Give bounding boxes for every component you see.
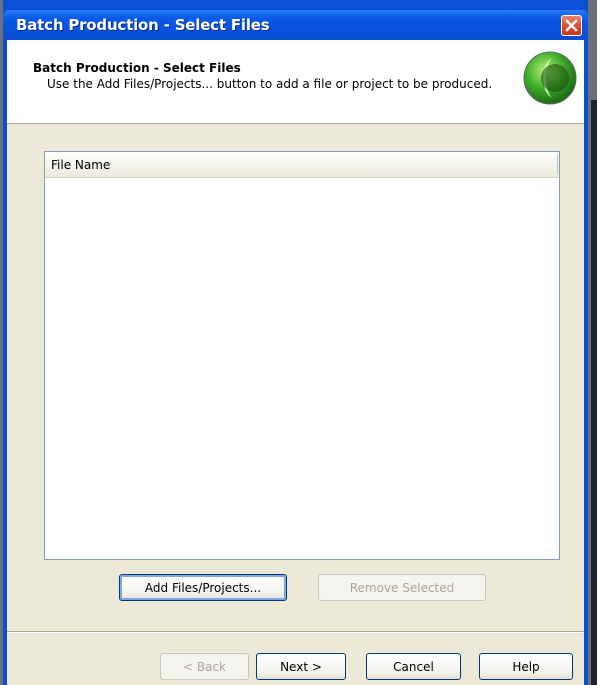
remove-selected-button[interactable]: Remove Selected <box>318 574 486 601</box>
cancel-button[interactable]: Cancel <box>366 653 461 680</box>
column-separator <box>557 155 558 174</box>
close-icon <box>565 19 578 32</box>
next-button[interactable]: Next > <box>256 653 346 680</box>
title-bar[interactable]: Batch Production - Select Files <box>3 10 588 40</box>
back-button[interactable]: < Back <box>160 653 249 680</box>
close-button[interactable] <box>561 15 582 36</box>
file-list[interactable]: File Name <box>44 151 560 560</box>
background-strip <box>591 100 597 580</box>
window-title: Batch Production - Select Files <box>16 16 270 34</box>
header-title: Batch Production - Select Files <box>33 61 241 75</box>
background-strip-lower <box>591 580 597 685</box>
file-list-header: File Name <box>45 152 559 178</box>
footer-separator <box>7 631 584 633</box>
add-files-button[interactable]: Add Files/Projects... <box>119 574 287 601</box>
app-logo-icon <box>523 51 577 105</box>
dialog-client-area: Batch Production - Select Files Use the … <box>7 40 584 685</box>
header-description: Use the Add Files/Projects... button to … <box>47 77 493 91</box>
dialog-window: Batch Production - Select Files Batch Pr… <box>3 0 588 685</box>
column-file-name[interactable]: File Name <box>51 158 110 172</box>
wizard-header: Batch Production - Select Files Use the … <box>7 40 584 124</box>
help-button[interactable]: Help <box>479 653 573 680</box>
